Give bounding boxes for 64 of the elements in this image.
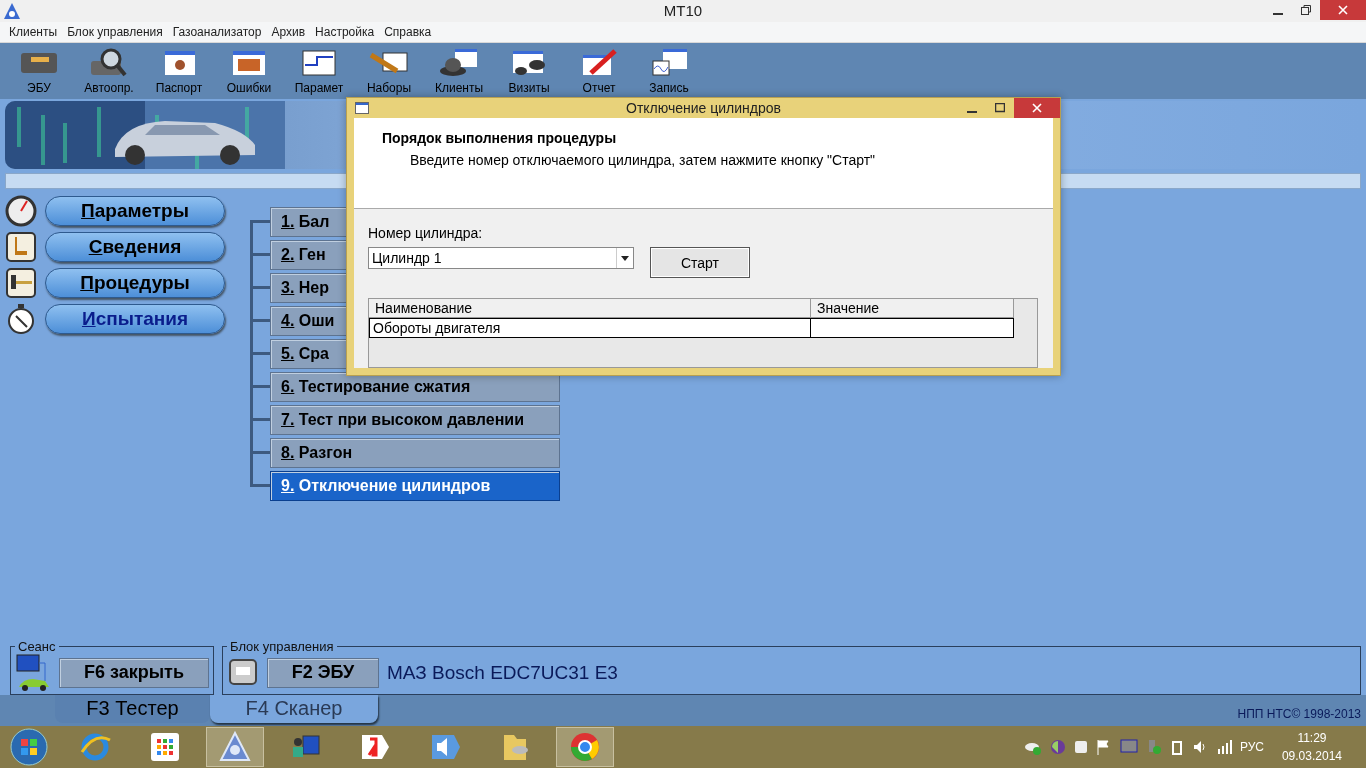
procedure-button[interactable]: 8. Разгон	[270, 437, 560, 468]
column-header: Значение	[811, 299, 1014, 318]
menu-item[interactable]: Архив	[266, 24, 311, 39]
phone-icon[interactable]	[1073, 739, 1088, 756]
monitor-icon[interactable]	[1119, 739, 1138, 756]
speedometer-icon	[5, 194, 37, 227]
computer-car-icon	[15, 652, 51, 693]
ecu-button[interactable]: F2 ЭБУ	[267, 657, 379, 688]
menu-item[interactable]: Блок управления	[62, 24, 168, 39]
nav-button[interactable]: Испытания	[45, 303, 225, 334]
taskbar-app[interactable]	[556, 727, 614, 768]
menu-item[interactable]: Настройка	[310, 24, 380, 39]
toolbar-button[interactable]: Клиенты	[424, 42, 494, 99]
clock-date: 09.03.2014	[1281, 749, 1342, 764]
hammer-icon	[5, 266, 37, 299]
toolbar-button[interactable]: Ошибки	[214, 42, 284, 99]
ecu-name: МАЗ Bosch EDC7UC31 E3	[387, 661, 618, 684]
close-icon	[1032, 103, 1042, 113]
toolbar-button[interactable]: ЭБУ	[4, 42, 74, 99]
window-title: MT10	[663, 2, 703, 20]
maximize-icon	[995, 103, 1005, 113]
menu-item[interactable]: Справка	[379, 24, 437, 39]
minimize-icon	[967, 110, 977, 113]
nav-button[interactable]: Сведения	[45, 231, 225, 262]
mode-tab[interactable]: F4 Сканер	[210, 694, 378, 723]
procedure-button[interactable]: 7. Тест при высоком давлении	[270, 404, 560, 435]
toolbar-button[interactable]: Визиты	[494, 42, 564, 99]
procedure-button[interactable]: 9. Отключение цилиндров	[270, 470, 560, 501]
nav-button[interactable]: Параметры	[45, 195, 225, 226]
group-label: Сеанс	[17, 638, 57, 654]
dropdown-arrow-icon	[621, 255, 629, 261]
field-label: Номер цилиндра:	[368, 225, 484, 241]
stopwatch-icon	[5, 302, 37, 335]
instructions-heading: Порядок выполнения процедуры	[382, 130, 618, 146]
language-indicator[interactable]: РУС	[1239, 740, 1264, 755]
nav-button[interactable]: Процедуры	[45, 267, 225, 298]
cylinder-dropdown[interactable]: Цилиндр 1	[368, 247, 634, 269]
taskbar-app[interactable]	[206, 727, 264, 768]
start-button[interactable]: Старт	[650, 247, 750, 278]
menu-item[interactable]: Газоанализатор	[167, 24, 267, 39]
mode-tab[interactable]: F3 Тестер	[55, 694, 210, 723]
signal-icon[interactable]	[1215, 739, 1232, 756]
close-icon	[1338, 5, 1348, 15]
minimize-icon	[1273, 12, 1283, 15]
dialog-title: Отключение цилиндров	[626, 100, 781, 116]
instructions-text: Введите номер отключаемого цилиндра, затем нажмите кнопку "Старт"	[409, 152, 877, 168]
restore-icon	[1301, 5, 1311, 15]
battery-icon[interactable]	[1169, 739, 1184, 756]
table-cell: Обороты двигателя	[369, 318, 811, 338]
toolbar-button[interactable]: Наборы	[354, 42, 424, 99]
toolbar-button[interactable]: Запись	[634, 42, 704, 99]
toolbar-button[interactable]: Автоопр.	[74, 42, 144, 99]
toolbar-button[interactable]: Паспорт	[144, 42, 214, 99]
close-session-button[interactable]: F6 закрыть	[59, 657, 209, 688]
clock-time: 11:29	[1297, 731, 1327, 746]
group-label: Блок управления	[229, 638, 335, 654]
toolbar-button[interactable]: Парамет	[284, 42, 354, 99]
globe-icon[interactable]	[1049, 739, 1066, 756]
copyright: НПП НТС© 1998-2013	[1237, 707, 1361, 722]
app-logo-icon	[3, 1, 21, 20]
menu-item[interactable]: Клиенты	[4, 24, 63, 39]
flag-icon[interactable]	[1095, 739, 1112, 756]
column-header: Наименование	[369, 299, 811, 318]
window-icon	[355, 102, 369, 114]
